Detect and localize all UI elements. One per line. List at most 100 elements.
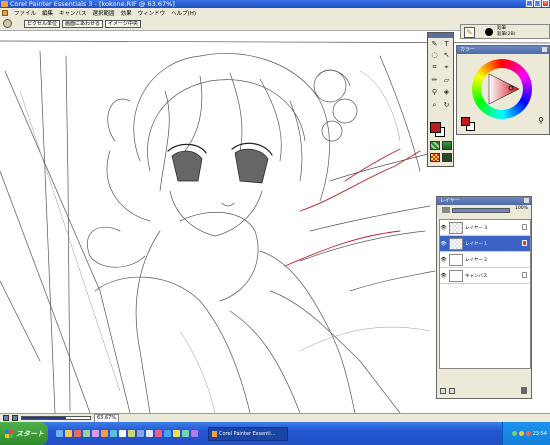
- hue-ring[interactable]: [472, 59, 532, 119]
- menu-effects[interactable]: 効果: [121, 9, 132, 17]
- brush-category-icon[interactable]: ✎: [464, 27, 475, 38]
- start-button[interactable]: スタート: [0, 422, 48, 445]
- quicklaunch-icon[interactable]: [83, 430, 90, 437]
- trash-icon[interactable]: [521, 387, 527, 394]
- document-icon[interactable]: [2, 9, 8, 16]
- eye-icon[interactable]: 👁: [440, 225, 447, 231]
- menu-window[interactable]: ウィンドウ: [138, 9, 166, 17]
- new-layer-icon[interactable]: [449, 388, 455, 394]
- taskbar: スタート Corel Painter Essenti... 23:54: [0, 422, 550, 445]
- color-panel-title: カラー: [460, 47, 476, 53]
- weaving-selector-icon[interactable]: [430, 153, 440, 162]
- layer-row-selected[interactable]: 👁 レイヤー 1: [440, 236, 530, 252]
- menu-canvas[interactable]: キャンバス: [59, 9, 87, 17]
- eye-icon[interactable]: 👁: [440, 273, 447, 279]
- color-panel-close-icon[interactable]: [542, 47, 547, 52]
- layers-panel-header[interactable]: レイヤー: [437, 197, 531, 205]
- saturation-triangle-area[interactable]: [481, 68, 523, 110]
- quicklaunch-icon[interactable]: [182, 430, 189, 437]
- color-panel-header[interactable]: カラー: [457, 46, 549, 54]
- quicklaunch-icon[interactable]: [110, 430, 117, 437]
- paint-bucket-icon[interactable]: ◈: [442, 88, 451, 97]
- layer-options-icon[interactable]: [440, 388, 446, 394]
- quicklaunch-icon[interactable]: [173, 430, 180, 437]
- nozzle-selector-icon[interactable]: [442, 153, 452, 162]
- layer-row[interactable]: 👁 レイヤー 2: [440, 252, 530, 268]
- tray-icon[interactable]: [511, 431, 517, 436]
- menu-file[interactable]: ファイル: [14, 9, 36, 17]
- eraser-tool-icon[interactable]: ▱: [442, 76, 451, 85]
- title-bar[interactable]: Corel Painter Essentials 3 - [kokone.RIF…: [0, 0, 550, 8]
- quick-launch: [56, 430, 198, 437]
- taskbar-item-painter[interactable]: Corel Painter Essenti...: [208, 426, 288, 441]
- hand-icon[interactable]: [3, 19, 12, 28]
- lock-icon[interactable]: [522, 272, 527, 278]
- brush-variant-label[interactable]: 鉛筆(2B): [497, 32, 515, 38]
- layers-panel-close-icon[interactable]: [524, 198, 529, 203]
- quicklaunch-icon[interactable]: [65, 430, 72, 437]
- eyedropper-icon[interactable]: ⚲: [430, 88, 439, 97]
- pixel-size-button[interactable]: ピクセル単位: [24, 19, 61, 28]
- opacity-value: 100%: [515, 206, 528, 211]
- quicklaunch-icon[interactable]: [56, 430, 63, 437]
- quicklaunch-icon[interactable]: [146, 430, 153, 437]
- minimize-button[interactable]: _: [526, 0, 533, 7]
- opacity-slider[interactable]: [452, 208, 510, 213]
- magnifier-icon[interactable]: ⌕: [430, 101, 439, 110]
- layer-controls: 100%: [437, 205, 531, 215]
- layer-row[interactable]: 👁 レイヤー 3: [440, 220, 530, 236]
- eyedropper-icon[interactable]: ⚲: [538, 116, 544, 125]
- zoom-out-icon[interactable]: [12, 415, 18, 421]
- gradient-selector-icon[interactable]: [442, 141, 452, 150]
- lock-icon[interactable]: [522, 240, 527, 246]
- menu-edit[interactable]: 編集: [42, 9, 53, 17]
- quicklaunch-icon[interactable]: [164, 430, 171, 437]
- quicklaunch-icon[interactable]: [92, 430, 99, 437]
- maximize-button[interactable]: □: [534, 0, 541, 7]
- quicklaunch-icon[interactable]: [128, 430, 135, 437]
- crop-tool-icon[interactable]: ⌖: [442, 63, 451, 72]
- brush-tool-icon[interactable]: ✎: [430, 40, 439, 49]
- close-button[interactable]: ×: [542, 0, 549, 7]
- fit-screen-button[interactable]: 画面にあわせる: [62, 19, 104, 28]
- lasso-tool-icon[interactable]: ◌: [430, 51, 439, 60]
- zoom-slider-fill: [22, 417, 66, 419]
- layer-footer: [440, 388, 455, 394]
- center-image-button[interactable]: イメージ中央: [105, 19, 141, 28]
- menu-select[interactable]: 選択範囲: [93, 9, 115, 17]
- brush-selector-bar: ✎ 鉛筆 鉛筆(2B): [460, 24, 550, 39]
- layer-name: レイヤー 1: [465, 241, 488, 247]
- eye-icon[interactable]: 👁: [440, 257, 447, 263]
- start-label: スタート: [16, 429, 44, 438]
- toolbox: ✎ T ◌ ↖ ⌗ ⌖ ✏ ▱ ⚲ ◈ ⌕ ↻: [427, 32, 454, 167]
- zoom-slider[interactable]: [21, 416, 91, 420]
- layers-panel-title: レイヤー: [440, 198, 460, 204]
- pencil-icon[interactable]: ✏: [430, 76, 439, 85]
- text-icon[interactable]: T: [442, 40, 451, 49]
- quicklaunch-icon[interactable]: [155, 430, 162, 437]
- saturation-triangle[interactable]: [481, 68, 523, 110]
- quicklaunch-icon[interactable]: [74, 430, 81, 437]
- brush-variant-icon[interactable]: [485, 28, 493, 36]
- clock: 23:54: [532, 430, 547, 437]
- lock-icon[interactable]: [522, 224, 527, 230]
- toolbox-header[interactable]: [428, 33, 453, 38]
- tray-icon[interactable]: [525, 431, 531, 436]
- select-tool-icon[interactable]: ↖: [442, 51, 451, 60]
- quicklaunch-icon[interactable]: [119, 430, 126, 437]
- navigator-icon[interactable]: [3, 415, 9, 421]
- menu-help[interactable]: ヘルプ(H): [171, 9, 196, 17]
- composite-method-icon[interactable]: [442, 207, 450, 213]
- layer-row-canvas[interactable]: 👁 キャンバス: [440, 268, 530, 284]
- quicklaunch-icon[interactable]: [137, 430, 144, 437]
- system-tray: 23:54: [502, 422, 550, 445]
- main-color-swatch[interactable]: [430, 122, 441, 133]
- eye-icon[interactable]: 👁: [440, 241, 447, 247]
- quicklaunch-icon[interactable]: [191, 430, 198, 437]
- pattern-selector-icon[interactable]: [430, 141, 440, 150]
- quicklaunch-icon[interactable]: [101, 430, 108, 437]
- tray-icon[interactable]: [518, 431, 524, 436]
- rotate-tool-icon[interactable]: ↻: [442, 101, 451, 110]
- transform-tool-icon[interactable]: ⌗: [430, 63, 439, 72]
- color-panel-main-swatch[interactable]: [461, 117, 470, 126]
